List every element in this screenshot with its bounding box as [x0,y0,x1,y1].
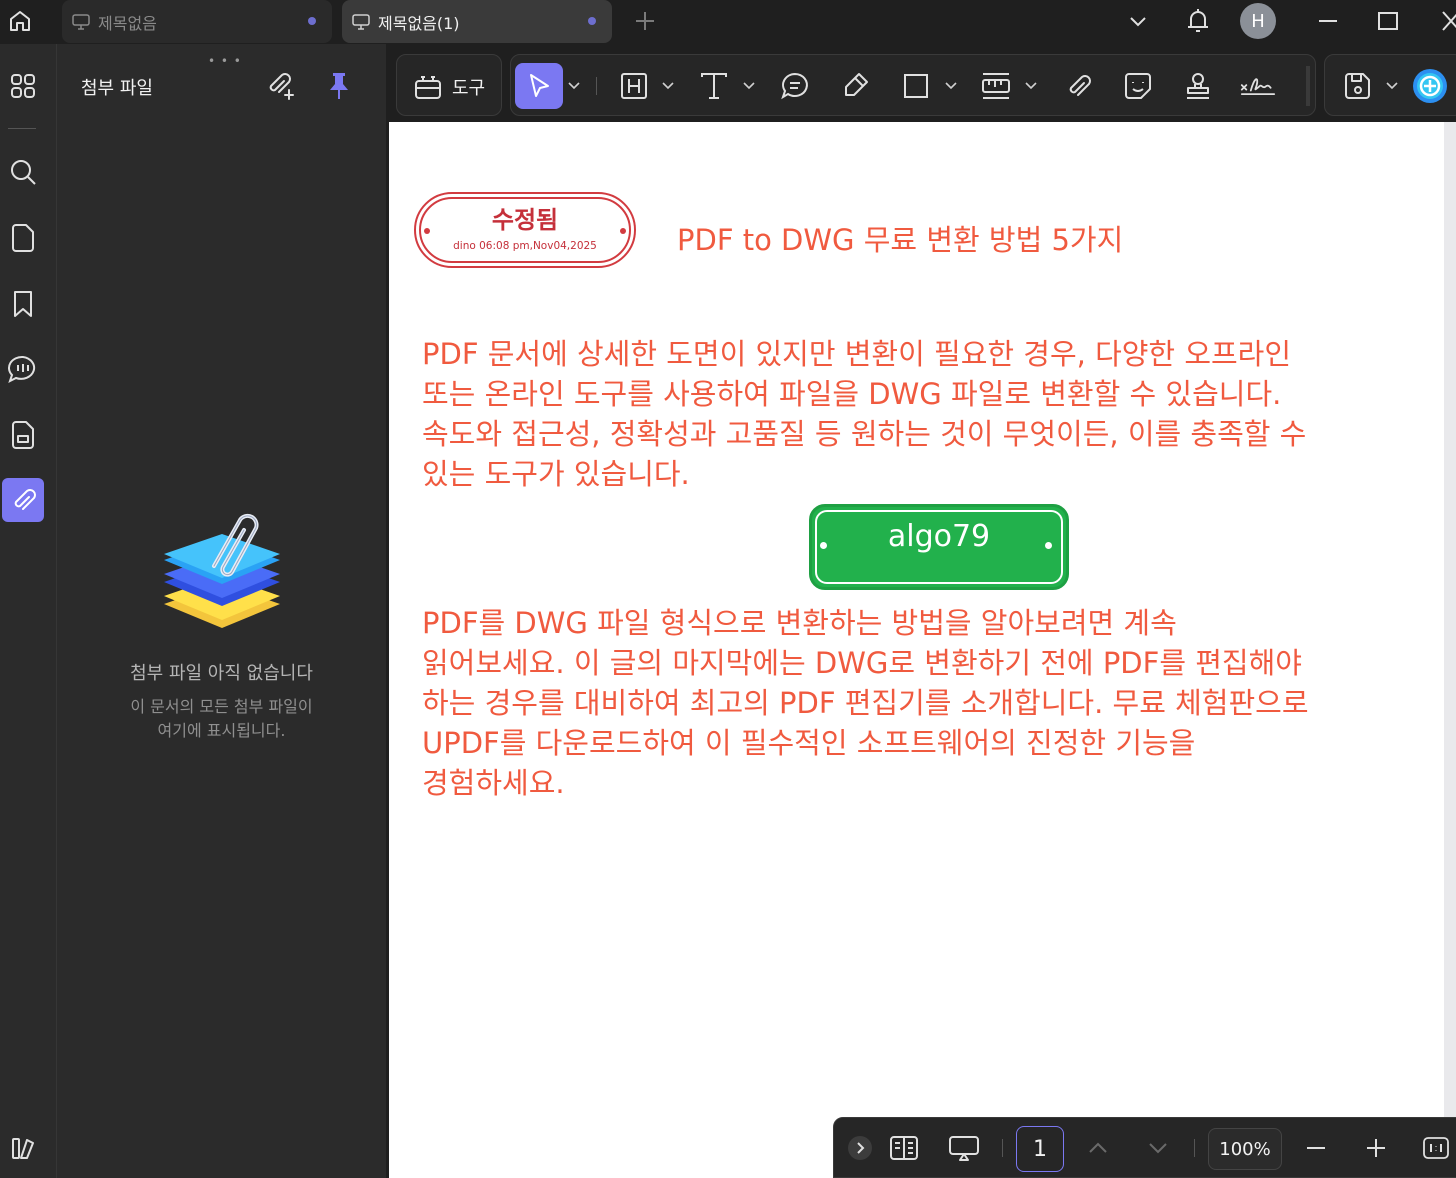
empty-attachments-illustration [162,506,282,636]
select-tool-icon[interactable] [515,63,563,109]
custom-stamp[interactable]: algo79 [809,504,1069,590]
page-icon[interactable] [2,216,44,260]
text-line: UPDF를 다운로드하여 이 필수적인 소프트웨어의 진정한 기능을 [422,726,1196,760]
attachments-panel: • • • 첨부 파일 첨부 파일 아직 없습니다 이 문서의 모든 첨부 파일… [57,44,386,1178]
main-toolbar: 도구 [388,44,1456,122]
tab-label: 제목없음(1) [378,13,460,33]
tab-label: 제목없음 [98,13,157,33]
chevron-down-icon[interactable] [1385,78,1399,92]
bookmark-icon[interactable] [2,282,44,326]
zoom-in-icon[interactable] [1356,1130,1396,1166]
pin-icon[interactable] [323,70,355,102]
next-page-icon[interactable] [1138,1130,1178,1166]
chevron-down-icon[interactable] [661,78,675,92]
minimize-icon[interactable] [1312,6,1344,36]
stamp-tool-icon[interactable] [1180,63,1216,109]
ai-assistant-icon[interactable] [1412,63,1448,109]
unsaved-dot [308,17,316,25]
page-layout-icon[interactable] [884,1130,924,1166]
empty-state-description: 이 문서의 모든 첨부 파일이 여기에 표시됩니다. [57,695,386,743]
tab-document-1[interactable]: 제목없음 [62,0,332,43]
highlighter-tool-icon[interactable] [838,63,874,109]
stamp-dot [620,228,626,234]
actual-size-icon[interactable] [1416,1130,1456,1166]
text-line: 또는 온라인 도구를 사용하여 파일을 DWG 파일로 변환할 수 있습니다. [422,377,1282,411]
add-attachment-icon[interactable] [266,70,298,102]
paragraph-1: PDF 문서에 상세한 도면이 있지만 변환이 필요한 경우, 다양한 오프라인… [422,334,1432,494]
title-bar: 제목없음 제목없음(1) H [0,0,1456,44]
rail-divider [8,128,36,129]
tab-document-2[interactable]: 제목없음(1) [342,0,612,43]
notification-bell-icon[interactable] [1182,6,1214,36]
search-icon[interactable] [2,150,44,194]
chevron-down-icon[interactable] [944,78,958,92]
presentation-icon[interactable] [944,1130,984,1166]
stamp-dot [820,542,827,549]
left-rail [0,44,57,1178]
toolbar-grip [1306,66,1310,106]
stamp-dot [1045,542,1052,549]
toolbox-icon[interactable] [410,63,446,109]
zoom-level-input[interactable]: 100% [1208,1128,1282,1170]
home-icon[interactable] [4,4,36,38]
empty-desc-line: 여기에 표시됩니다. [157,721,286,740]
page-number-input[interactable]: 1 [1016,1126,1064,1172]
text-line: 속도와 접근성, 정확성과 고품질 등 원하는 것이 무엇이든, 이를 충족할 … [422,417,1307,451]
document-title: PDF to DWG 무료 변환 방법 5가지 [677,223,1124,257]
text-line: 경험하세요. [422,766,565,800]
text-line: PDF 문서에 상세한 도면이 있지만 변환이 필요한 경우, 다양한 오프라인 [422,337,1292,371]
unsaved-dot [588,17,596,25]
document-tab-icon [72,13,90,30]
page-navigation-bar: 1 100% [833,1117,1456,1178]
close-icon[interactable] [1430,6,1456,36]
nav-divider [1002,1139,1003,1157]
toolbar-divider [596,77,597,95]
attach-file-tool-icon[interactable] [1060,63,1096,109]
thumbnails-icon[interactable] [2,64,44,108]
previous-page-icon[interactable] [1078,1130,1118,1166]
tools-label[interactable]: 도구 [452,74,485,100]
panel-title: 첨부 파일 [81,78,153,99]
signature-tool-icon[interactable] [1240,63,1276,109]
nav-divider [1194,1139,1195,1157]
stamp-subtitle: dino 06:08 pm,Nov04,2025 [453,240,597,252]
empty-state-title: 첨부 파일 아직 없습니다 [130,663,313,684]
text-line: 있는 도구가 있습니다. [422,457,690,491]
paragraph-2: PDF를 DWG 파일 형식으로 변환하는 방법을 알아보려면 계속 읽어보세요… [422,603,1432,803]
text-tool-icon[interactable] [696,63,732,109]
maximize-icon[interactable] [1372,6,1404,36]
library-icon[interactable] [2,1126,44,1170]
comment-tool-icon[interactable] [777,63,813,109]
stamp-title: 수정됨 [491,206,559,234]
heading-tool-icon[interactable] [616,63,652,109]
chevron-down-icon[interactable] [1024,78,1038,92]
document-page[interactable]: 수정됨 dino 06:08 pm,Nov04,2025 PDF to DWG … [389,122,1444,1178]
comment-icon[interactable] [2,347,44,391]
new-tab-button[interactable] [632,8,658,34]
revised-stamp[interactable]: 수정됨 dino 06:08 pm,Nov04,2025 [414,192,636,268]
sticker-tool-icon[interactable] [1120,63,1156,109]
rectangle-tool-icon[interactable] [898,63,934,109]
expand-chevron-icon[interactable] [840,1130,880,1166]
chevron-down-icon[interactable] [1122,6,1154,36]
measure-tool-icon[interactable] [978,63,1014,109]
text-line: 하는 경우를 대비하여 최고의 PDF 편집기를 소개합니다. 무료 체험판으로 [422,686,1309,720]
stamp-dot [424,228,430,234]
text-line: 읽어보세요. 이 글의 마지막에는 DWG로 변환하기 전에 PDF를 편집해야 [422,646,1302,680]
form-icon[interactable] [2,413,44,457]
attachment-icon[interactable] [2,478,44,522]
document-tab-icon [352,13,370,30]
zoom-out-icon[interactable] [1296,1130,1336,1166]
avatar[interactable]: H [1240,3,1276,39]
stamp-title: algo79 [887,519,991,554]
scrollbar-track[interactable] [1444,122,1456,1178]
panel-resize-handle[interactable]: • • • [208,54,242,68]
chevron-down-icon[interactable] [567,78,581,92]
chevron-down-icon[interactable] [742,78,756,92]
save-icon[interactable] [1340,63,1376,109]
text-line: PDF를 DWG 파일 형식으로 변환하는 방법을 알아보려면 계속 [422,606,1177,640]
empty-desc-line: 이 문서의 모든 첨부 파일이 [130,697,313,716]
